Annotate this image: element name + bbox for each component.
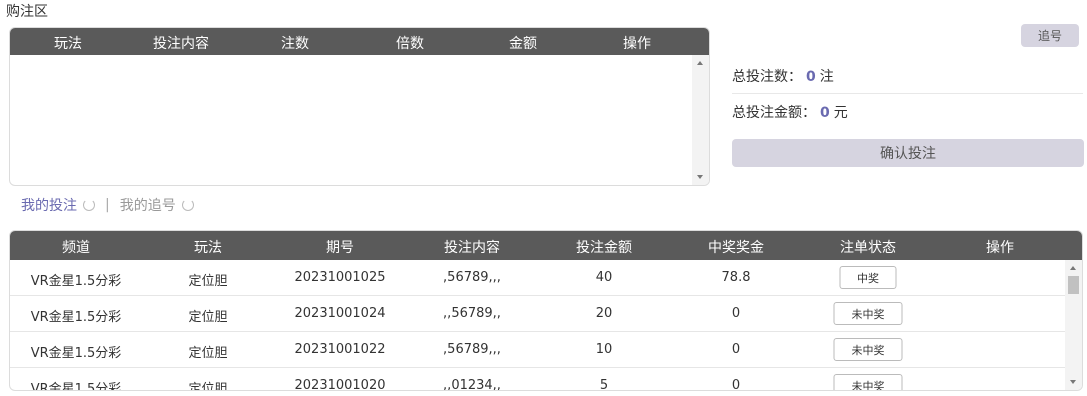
cart-col-play: 玩法	[54, 36, 82, 52]
status-button[interactable]: 未中奖	[833, 374, 903, 390]
cell-content: ,,56789,,	[443, 306, 501, 321]
cart-col-content: 投注内容	[153, 36, 209, 52]
cell-amount: 10	[595, 342, 613, 357]
table-row: VR金星1.5分彩 定位胆 20231001025 ,56789,,, 40 7…	[10, 260, 1067, 296]
bets-col-channel: 频道	[62, 240, 90, 256]
bet-cart-table: 玩法 投注内容 注数 倍数 金额 操作	[9, 27, 710, 186]
cart-section-title: 购注区	[6, 4, 48, 20]
cell-channel: VR金星1.5分彩	[30, 274, 122, 289]
scroll-down-icon[interactable]	[1070, 380, 1076, 384]
bet-history-table: 频道 玩法 期号 投注内容 投注金额 中奖奖金 注单状态 操作 VR金星1.5分…	[9, 230, 1083, 391]
cell-prize: 0	[731, 342, 741, 357]
tab-my-bets[interactable]: 我的投注	[21, 195, 77, 215]
scroll-up-icon[interactable]	[697, 61, 703, 65]
bets-header: 频道 玩法 期号 投注内容 投注金额 中奖奖金 注单状态 操作	[10, 231, 1082, 260]
total-amount-unit: 元	[833, 105, 848, 121]
bets-col-issue: 期号	[326, 240, 354, 256]
summary-divider	[732, 93, 1083, 94]
table-row: VR金星1.5分彩 定位胆 20231001024 ,,56789,, 20 0…	[10, 296, 1067, 332]
cart-col-count: 注数	[281, 36, 309, 52]
total-count-row: 总投注数： 0 注	[732, 66, 834, 86]
cell-prize: 0	[731, 378, 741, 390]
cart-header: 玩法 投注内容 注数 倍数 金额 操作	[10, 28, 709, 55]
table-row: VR金星1.5分彩 定位胆 20231001022 ,56789,,, 10 0…	[10, 332, 1067, 368]
chase-button[interactable]: 追号	[1021, 24, 1079, 47]
bets-col-amount: 投注金额	[576, 240, 632, 256]
refresh-icon[interactable]	[83, 199, 95, 211]
cell-content: ,56789,,,	[443, 270, 501, 285]
cell-play: 定位胆	[188, 310, 228, 325]
cell-prize: 78.8	[721, 270, 751, 285]
status-button[interactable]: 未中奖	[833, 338, 903, 361]
cell-issue: 20231001024	[294, 306, 386, 321]
cell-issue: 20231001022	[294, 342, 386, 357]
tab-my-chase[interactable]: 我的追号	[120, 195, 176, 215]
cart-scrollbar[interactable]	[692, 55, 709, 185]
cell-play: 定位胆	[188, 274, 228, 289]
scroll-down-icon[interactable]	[697, 175, 703, 179]
total-amount-row: 总投注金额： 0 元	[732, 102, 848, 122]
cart-col-multiple: 倍数	[396, 36, 424, 52]
cell-issue: 20231001025	[294, 270, 386, 285]
refresh-icon[interactable]	[181, 199, 194, 211]
cell-amount: 20	[595, 306, 613, 321]
bets-rows: VR金星1.5分彩 定位胆 20231001025 ,56789,,, 40 7…	[10, 260, 1067, 390]
bets-col-content: 投注内容	[444, 240, 500, 256]
cell-play: 定位胆	[188, 346, 228, 361]
confirm-bet-button[interactable]: 确认投注	[732, 139, 1084, 167]
cell-channel: VR金星1.5分彩	[30, 346, 122, 361]
bets-col-prize: 中奖奖金	[708, 240, 764, 256]
cart-col-action: 操作	[623, 36, 651, 52]
scroll-thumb[interactable]	[1068, 276, 1079, 294]
bets-col-status: 注单状态	[840, 240, 896, 256]
total-count-label: 总投注数：	[732, 69, 802, 85]
status-button[interactable]: 中奖	[839, 266, 897, 289]
cell-prize: 0	[731, 306, 741, 321]
status-button[interactable]: 未中奖	[833, 302, 903, 325]
cell-play: 定位胆	[188, 382, 228, 390]
bets-col-action: 操作	[986, 240, 1014, 256]
cell-issue: 20231001020	[294, 378, 386, 390]
table-row: VR金星1.5分彩 定位胆 20231001020 ,,01234,, 5 0 …	[10, 368, 1067, 390]
cell-channel: VR金星1.5分彩	[30, 310, 122, 325]
cart-col-amount: 金额	[509, 36, 537, 52]
cell-content: ,56789,,,	[443, 342, 501, 357]
cell-channel: VR金星1.5分彩	[30, 382, 122, 390]
cell-amount: 5	[599, 378, 609, 390]
cell-amount: 40	[595, 270, 613, 285]
cell-content: ,,01234,,	[443, 378, 501, 390]
total-amount-label: 总投注金额：	[732, 105, 816, 121]
tab-separator: |	[105, 197, 110, 213]
total-count-unit: 注	[819, 69, 834, 85]
bet-history-tabs: 我的投注 | 我的追号	[21, 195, 204, 215]
scroll-up-icon[interactable]	[1070, 266, 1076, 270]
bets-col-play: 玩法	[194, 240, 222, 256]
total-amount-value: 0	[820, 105, 830, 121]
total-count-value: 0	[806, 69, 816, 85]
bets-scrollbar[interactable]	[1065, 260, 1082, 390]
